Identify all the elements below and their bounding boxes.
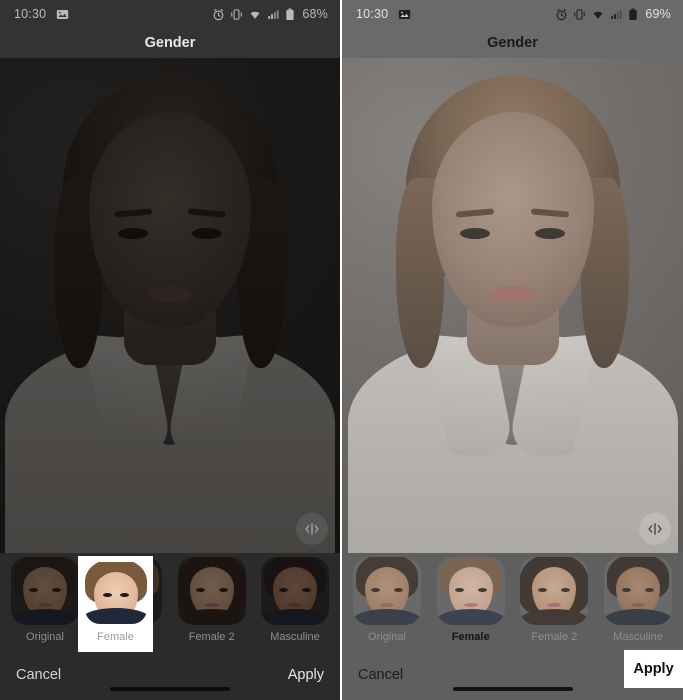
battery-percent: 68% xyxy=(302,7,328,21)
preset-label: Female xyxy=(451,631,490,643)
cancel-button[interactable]: Cancel xyxy=(358,667,403,683)
screen-title: Gender xyxy=(0,28,340,58)
preset-label: Original xyxy=(368,631,406,643)
portrait-before xyxy=(0,58,340,553)
gender-preset-strip: Original Female Female 2 Masculine xyxy=(0,553,340,650)
apply-button-highlight[interactable]: Apply xyxy=(624,650,683,688)
wifi-icon xyxy=(248,8,262,21)
vibrate-icon xyxy=(573,8,586,21)
portrait-after xyxy=(342,58,683,553)
screenshot-stage: 10:30 68% Gender Original Female 2 Mascu… xyxy=(0,0,683,700)
wifi-icon xyxy=(591,8,605,21)
status-bar-right: 68% xyxy=(212,7,328,21)
preset-label: Masculine xyxy=(270,631,320,643)
photo-canvas-after xyxy=(342,58,683,553)
gender-preset-strip: Original Female Female 2 Masculine xyxy=(342,553,683,650)
gallery-icon xyxy=(56,8,69,21)
gallery-icon xyxy=(398,8,411,21)
preset-thumb-original[interactable]: Original xyxy=(8,557,82,644)
battery-icon xyxy=(285,7,295,21)
preset-label: Original xyxy=(26,631,64,643)
home-indicator[interactable] xyxy=(110,687,230,691)
preset-thumb-female-2[interactable]: Female 2 xyxy=(175,557,249,644)
preset-label: Female 2 xyxy=(531,631,578,643)
status-bar-left: 10:30 xyxy=(356,7,411,21)
phone-panel-after: 10:30 69% Gender Original Female Female … xyxy=(342,0,683,700)
preset-thumb-masculine[interactable]: Masculine xyxy=(601,557,675,644)
cancel-button[interactable]: Cancel xyxy=(16,667,61,683)
status-bar: 10:30 xyxy=(0,0,340,28)
signal-icon xyxy=(267,8,280,21)
status-bar-left: 10:30 xyxy=(14,7,69,21)
vibrate-icon xyxy=(230,8,243,21)
preset-label: Female 2 xyxy=(188,631,235,643)
alarm-icon xyxy=(555,8,568,21)
battery-icon xyxy=(628,7,638,21)
compare-icon[interactable] xyxy=(296,513,328,545)
preset-thumb-female[interactable]: Female xyxy=(434,557,508,644)
preset-label: Masculine xyxy=(613,631,663,643)
screen-title: Gender xyxy=(342,28,683,58)
apply-button[interactable]: Apply xyxy=(288,667,324,683)
battery-percent: 69% xyxy=(645,7,671,21)
home-indicator[interactable] xyxy=(452,687,573,691)
phone-panel-before: 10:30 68% Gender Original Female 2 Mascu… xyxy=(0,0,340,700)
photo-canvas-before xyxy=(0,58,340,553)
alarm-icon xyxy=(212,8,225,21)
apply-label: Apply xyxy=(633,661,674,677)
status-time: 10:30 xyxy=(14,7,47,21)
preset-thumb-masculine[interactable]: Masculine xyxy=(258,557,332,644)
compare-icon[interactable] xyxy=(639,513,671,545)
signal-icon xyxy=(610,8,623,21)
preset-thumb-female-2[interactable]: Female 2 xyxy=(517,557,591,644)
preset-thumb-original[interactable]: Original xyxy=(350,557,424,644)
status-time: 10:30 xyxy=(356,7,389,21)
status-bar-right: 69% xyxy=(555,7,671,21)
status-bar: 10:30 xyxy=(342,0,683,28)
action-bar: Cancel Apply xyxy=(0,650,340,700)
preset-label: Female xyxy=(97,631,134,643)
female-thumb-highlight[interactable]: Female xyxy=(78,556,153,652)
